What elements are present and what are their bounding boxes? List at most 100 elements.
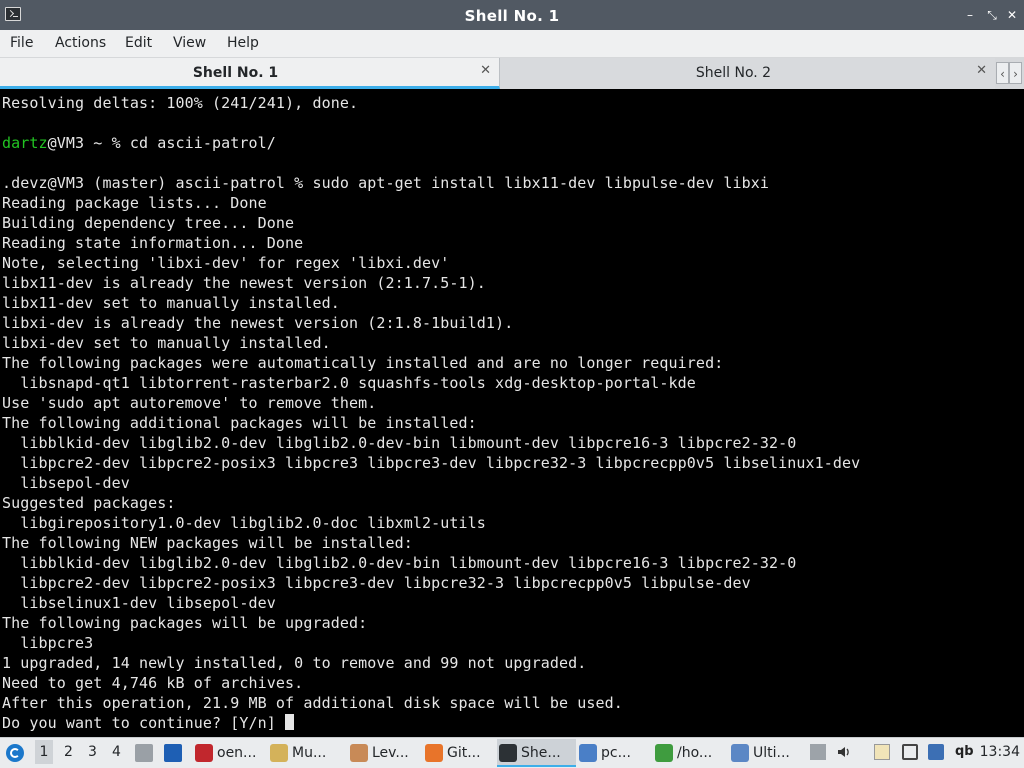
taskbar-task[interactable]: Mu...: [268, 739, 347, 767]
prompt-user: dartz: [2, 134, 48, 152]
terminal-text: libselinux1-dev libsepol-dev: [2, 594, 276, 612]
tab-label: Shell No. 2: [695, 65, 772, 81]
terminal-text: libxi-dev is already the newest version …: [2, 314, 514, 332]
terminal-line: The following packages will be upgraded:: [2, 613, 367, 633]
terminal-text: The following packages will be upgraded:: [2, 614, 368, 632]
terminal-text: .devz@VM3 (master) ascii-patrol % sudo a…: [2, 174, 769, 192]
terminal-line: libpcre2-dev libpcre2-posix3 libpcre3-de…: [2, 573, 751, 593]
tab-scroll-left-icon[interactable]: ‹: [996, 62, 1009, 84]
terminal-line: 1 upgraded, 14 newly installed, 0 to rem…: [2, 653, 586, 673]
network-icon[interactable]: [928, 744, 944, 760]
qbittorrent-icon[interactable]: qb: [955, 744, 977, 760]
terminal-line: libxi-dev set to manually installed.: [2, 333, 331, 353]
terminal-line: After this operation, 21.9 MB of additio…: [2, 693, 623, 713]
terminal-text: The following additional packages will b…: [2, 414, 477, 432]
terminal-line: libsepol-dev: [2, 473, 130, 493]
terminal-line: The following additional packages will b…: [2, 413, 477, 433]
terminal-line: libpcre2-dev libpcre2-posix3 libpcre3 li…: [2, 453, 860, 473]
taskbar-task-label: pc...: [601, 745, 631, 761]
terminal-line: Suggested packages:: [2, 493, 175, 513]
window-icon: [731, 744, 749, 762]
file-manager-icon: [579, 744, 597, 762]
taskbar-task[interactable]: Git...: [423, 739, 496, 767]
terminal-text: libblkid-dev libglib2.0-dev libglib2.0-d…: [2, 554, 797, 572]
terminal-line: libxi-dev is already the newest version …: [2, 313, 513, 333]
terminal-text: Need to get 4,746 kB of archives.: [2, 674, 304, 692]
close-button[interactable]: ✕: [1004, 7, 1020, 23]
start-menu-icon[interactable]: [6, 744, 24, 762]
notes-icon[interactable]: [810, 744, 826, 760]
show-desktop-icon[interactable]: [164, 744, 182, 762]
terminal-text: Do you want to continue? [Y/n]: [2, 714, 286, 732]
clock: 13:34: [979, 744, 1020, 760]
terminal-line: Resolving deltas: 100% (241/241), done.: [2, 93, 358, 113]
taskbar-task[interactable]: Ulti...: [729, 739, 807, 767]
taskbar-task-label: Ulti...: [753, 745, 790, 761]
taskbar-task[interactable]: She...: [497, 739, 576, 767]
terminal-line: dartz@VM3 ~ % cd ascii-patrol/: [2, 133, 276, 153]
menu-help[interactable]: Help: [227, 35, 259, 51]
tab-shell-2[interactable]: Shell No. 2 ✕: [500, 58, 995, 89]
prompt-text: @VM3 ~ % cd ascii-patrol/: [47, 134, 276, 152]
terminal-text: Reading package lists... Done: [2, 194, 267, 212]
terminal-text: Reading state information... Done: [2, 234, 304, 252]
clipboard-icon[interactable]: [874, 744, 890, 760]
terminal-text: libpcre2-dev libpcre2-posix3 libpcre3 li…: [2, 454, 861, 472]
terminal-line: libblkid-dev libglib2.0-dev libglib2.0-d…: [2, 433, 796, 453]
taskbar-task-label: Git...: [447, 745, 481, 761]
terminal-text: libblkid-dev libglib2.0-dev libglib2.0-d…: [2, 434, 797, 452]
taskbar-task-label: /ho...: [677, 745, 713, 761]
taskbar-task[interactable]: oen...: [193, 739, 267, 767]
terminal-line: .devz@VM3 (master) ascii-patrol % sudo a…: [2, 173, 769, 193]
window-title: Shell No. 1: [464, 7, 560, 25]
terminal-text: After this operation, 21.9 MB of additio…: [2, 694, 623, 712]
desktop-files-icon[interactable]: [135, 744, 153, 762]
terminal-text: libx11-dev set to manually installed.: [2, 294, 340, 312]
firefox-icon: [425, 744, 443, 762]
terminal-line: libx11-dev set to manually installed.: [2, 293, 340, 313]
terminal-text: libpcre2-dev libpcre2-posix3 libpcre3-de…: [2, 574, 751, 592]
display-icon[interactable]: [902, 744, 918, 760]
terminal-text: Use 'sudo apt autoremove' to remove them…: [2, 394, 377, 412]
filezilla-icon: [195, 744, 213, 762]
menu-actions[interactable]: Actions: [55, 35, 106, 51]
workspace-2[interactable]: 2: [64, 744, 73, 760]
terminal-text: libxi-dev set to manually installed.: [2, 334, 331, 352]
tab-close-icon[interactable]: ✕: [480, 63, 491, 78]
minimize-button[interactable]: –: [962, 7, 978, 23]
menu-bar: File Actions Edit View Help: [0, 30, 1024, 58]
tab-scroll-right-icon[interactable]: ›: [1009, 62, 1022, 84]
terminal-line: Need to get 4,746 kB of archives.: [2, 673, 303, 693]
taskbar-task-label: She...: [521, 745, 561, 761]
workspace-1[interactable]: 1: [35, 740, 53, 764]
tab-label: Shell No. 1: [192, 65, 279, 81]
terminal-line: libsnapd-qt1 libtorrent-rasterbar2.0 squ…: [2, 373, 696, 393]
terminal-line: libselinux1-dev libsepol-dev: [2, 593, 276, 613]
terminal-line: The following NEW packages will be insta…: [2, 533, 413, 553]
terminal-line: The following packages were automaticall…: [2, 353, 723, 373]
terminal-line: Reading package lists... Done: [2, 193, 267, 213]
taskbar-task[interactable]: pc...: [577, 739, 652, 767]
taskbar-task-label: oen...: [217, 745, 257, 761]
taskbar-task[interactable]: /ho...: [653, 739, 728, 767]
terminal-line: libpcre3: [2, 633, 93, 653]
terminal-text: libsepol-dev: [2, 474, 130, 492]
menu-file[interactable]: File: [10, 35, 33, 51]
menu-view[interactable]: View: [173, 35, 206, 51]
tab-shell-1[interactable]: Shell No. 1 ✕: [0, 58, 500, 89]
terminal-text: Building dependency tree... Done: [2, 214, 295, 232]
tab-close-icon[interactable]: ✕: [976, 63, 987, 78]
maximize-button[interactable]: ⤡: [984, 7, 1000, 23]
terminal-icon: [499, 744, 517, 762]
terminal-text: libx11-dev is already the newest version…: [2, 274, 486, 292]
terminal-output[interactable]: Resolving deltas: 100% (241/241), done. d…: [0, 92, 1024, 736]
terminal-text: Note, selecting 'libxi-dev' for regex 'l…: [2, 254, 450, 272]
terminal-text: Suggested packages:: [2, 494, 176, 512]
taskbar-task[interactable]: Lev...: [348, 739, 422, 767]
terminal-line: Use 'sudo apt autoremove' to remove them…: [2, 393, 376, 413]
workspace-3[interactable]: 3: [88, 744, 97, 760]
workspace-4[interactable]: 4: [112, 744, 121, 760]
terminal-line: Building dependency tree... Done: [2, 213, 294, 233]
menu-edit[interactable]: Edit: [125, 35, 152, 51]
volume-icon[interactable]: [836, 744, 852, 760]
